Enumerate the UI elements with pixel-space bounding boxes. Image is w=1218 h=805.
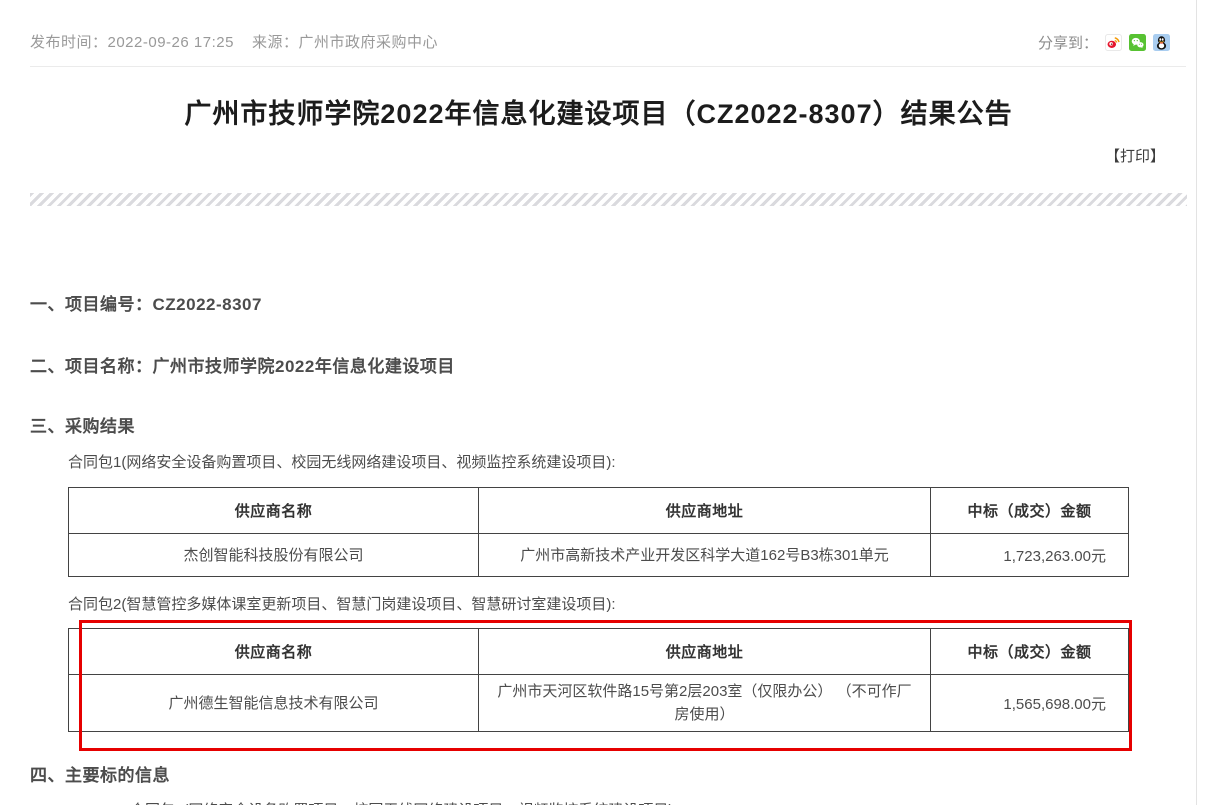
share-row: 分享到： <box>1038 32 1170 53</box>
col-header-supplier-name: 供应商名称 <box>69 629 479 675</box>
col-header-award-amount: 中标（成交）金额 <box>931 629 1129 675</box>
col-header-supplier-address: 供应商地址 <box>479 629 931 675</box>
col-header-supplier-address: 供应商地址 <box>479 488 931 534</box>
table-1-header-row: 供应商名称 供应商地址 中标（成交）金额 <box>69 488 1129 534</box>
section-heading-project-name: 二、项目名称：广州市技师学院2022年信息化建设项目 <box>30 352 455 377</box>
contract-package-1-intro: 合同包1(网络安全设备购置项目、校园无线网络建设项目、视频监控系统建设项目): <box>68 451 616 472</box>
share-label: 分享到： <box>1038 32 1098 53</box>
contract-package-2-intro: 合同包2(智慧管控多媒体课室更新项目、智慧门岗建设项目、智慧研讨室建设项目): <box>68 593 616 614</box>
publish-time: 发布时间：2022-09-26 17:25 <box>30 31 234 52</box>
award-amount-cell: 1,723,263.00元 <box>931 534 1129 577</box>
striped-divider <box>30 193 1187 206</box>
table-2-header-row: 供应商名称 供应商地址 中标（成交）金额 <box>69 629 1129 675</box>
print-button[interactable]: 【打印】 <box>1105 145 1165 166</box>
award-amount-cell: 1,565,698.00元 <box>931 675 1129 732</box>
supplier-table-1: 供应商名称 供应商地址 中标（成交）金额 杰创智能科技股份有限公司 广州市高新技… <box>68 487 1129 577</box>
page-title: 广州市技师学院2022年信息化建设项目（CZ2022-8307）结果公告 <box>0 92 1197 131</box>
page-right-border <box>1196 0 1197 805</box>
section-heading-procurement-result: 三、采购结果 <box>30 412 135 437</box>
section-heading-main-subject-info: 四、主要标的信息 <box>30 761 170 786</box>
table-2-data-row: 广州德生智能信息技术有限公司 广州市天河区软件路15号第2层203室（仅限办公）… <box>69 675 1129 732</box>
supplier-address-cell: 广州市天河区软件路15号第2层203室（仅限办公） （不可作厂房使用） <box>479 675 931 732</box>
meta-row: 发布时间：2022-09-26 17:25 来源：广州市政府采购中心 <box>30 31 438 52</box>
qq-share-icon[interactable] <box>1153 34 1170 51</box>
top-divider <box>30 66 1186 67</box>
col-header-supplier-name: 供应商名称 <box>69 488 479 534</box>
announcement-page: 发布时间：2022-09-26 17:25 来源：广州市政府采购中心 分享到： <box>0 0 1218 805</box>
section-heading-project-number: 一、项目编号：CZ2022-8307 <box>30 290 262 315</box>
weibo-share-icon[interactable] <box>1105 34 1122 51</box>
supplier-address-cell: 广州市高新技术产业开发区科学大道162号B3栋301单元 <box>479 534 931 577</box>
source: 来源：广州市政府采购中心 <box>252 31 438 52</box>
supplier-table-2: 供应商名称 供应商地址 中标（成交）金额 广州德生智能信息技术有限公司 广州市天… <box>68 628 1129 732</box>
table-1-data-row: 杰创智能科技股份有限公司 广州市高新技术产业开发区科学大道162号B3栋301单… <box>69 534 1129 577</box>
supplier-name-cell: 杰创智能科技股份有限公司 <box>69 534 479 577</box>
wechat-share-icon[interactable] <box>1129 34 1146 51</box>
supplier-name-cell: 广州德生智能信息技术有限公司 <box>69 675 479 732</box>
col-header-award-amount: 中标（成交）金额 <box>931 488 1129 534</box>
clipped-bottom-text: 合同包1(网络安全设备购置项目、校园无线网络建设项目、视频监控系统建设项目): <box>130 799 678 805</box>
